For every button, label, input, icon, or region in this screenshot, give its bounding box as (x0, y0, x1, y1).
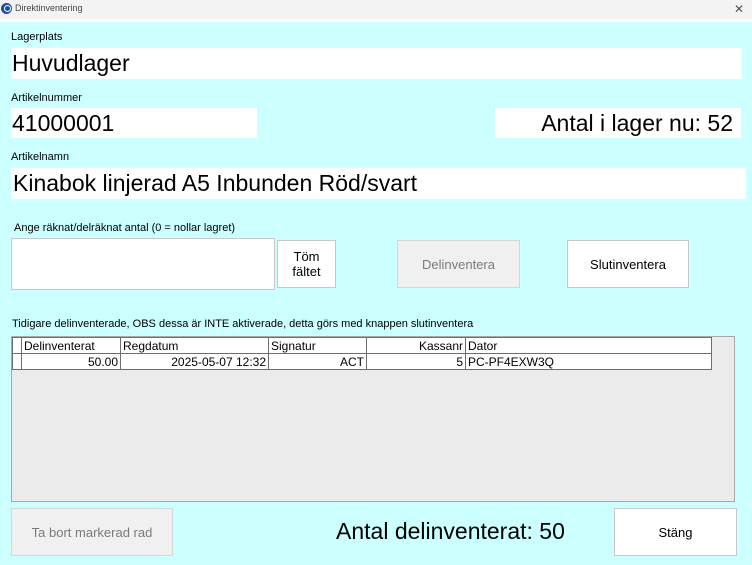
cell-kassanr[interactable]: 5 (366, 353, 466, 370)
table-row[interactable]: 50.00 2025-05-07 12:32 ACT 5 PC-PF4EXW3Q (12, 353, 712, 370)
clear-field-label-line1: Töm (293, 249, 320, 264)
clear-field-button[interactable]: Töm fältet (277, 240, 336, 288)
artikelnummer-field[interactable]: 41000001 (11, 108, 257, 138)
cell-delinventerat[interactable]: 50.00 (21, 353, 121, 370)
final-inventory-button[interactable]: Slutinventera (567, 240, 689, 288)
artikelnummer-label: Artikelnummer (11, 92, 82, 104)
table-header-row: Delinventerat Regdatum Signatur Kassanr … (12, 337, 712, 354)
cell-dator[interactable]: PC-PF4EXW3Q (465, 353, 712, 370)
column-header-delinventerat[interactable]: Delinventerat (21, 337, 121, 354)
close-button[interactable]: Stäng (614, 508, 737, 556)
column-header-regdatum[interactable]: Regdatum (120, 337, 269, 354)
clear-field-label-line2: fältet (292, 264, 321, 279)
stock-count-display: Antal i lager nu: 52 (495, 108, 741, 138)
remove-row-button[interactable]: Ta bort markerad rad (11, 508, 173, 556)
column-header-kassanr[interactable]: Kassanr (366, 337, 466, 354)
close-icon[interactable]: ✕ (734, 2, 744, 16)
artikelnamn-label: Artikelnamn (11, 151, 70, 163)
column-header-dator[interactable]: Dator (465, 337, 712, 354)
artikelnamn-field[interactable]: Kinabok linjerad A5 Inbunden Röd/svart (11, 168, 746, 199)
lagerplats-label: Lagerplats (11, 31, 63, 43)
row-header-corner (12, 337, 22, 354)
history-note: Tidigare delinventerade, OBS dessa är IN… (12, 318, 474, 330)
partial-total-text: Antal delinventerat: 50 (336, 518, 565, 544)
count-input[interactable] (11, 238, 275, 290)
history-grid: Delinventerat Regdatum Signatur Kassanr … (11, 336, 735, 502)
app-logo-icon (1, 3, 12, 14)
history-table: Delinventerat Regdatum Signatur Kassanr … (12, 337, 712, 370)
title-bar: Direktinventering ✕ (0, 0, 752, 19)
row-selector[interactable] (12, 353, 22, 370)
cell-regdatum[interactable]: 2025-05-07 12:32 (120, 353, 269, 370)
partial-inventory-button[interactable]: Delinventera (397, 240, 520, 288)
lagerplats-field[interactable]: Huvudlager (11, 48, 742, 79)
window-title: Direktinventering (15, 3, 83, 13)
cell-signatur[interactable]: ACT (268, 353, 367, 370)
count-label: Ange räknat/delräknat antal (0 = nollar … (14, 222, 236, 234)
column-header-signatur[interactable]: Signatur (268, 337, 367, 354)
